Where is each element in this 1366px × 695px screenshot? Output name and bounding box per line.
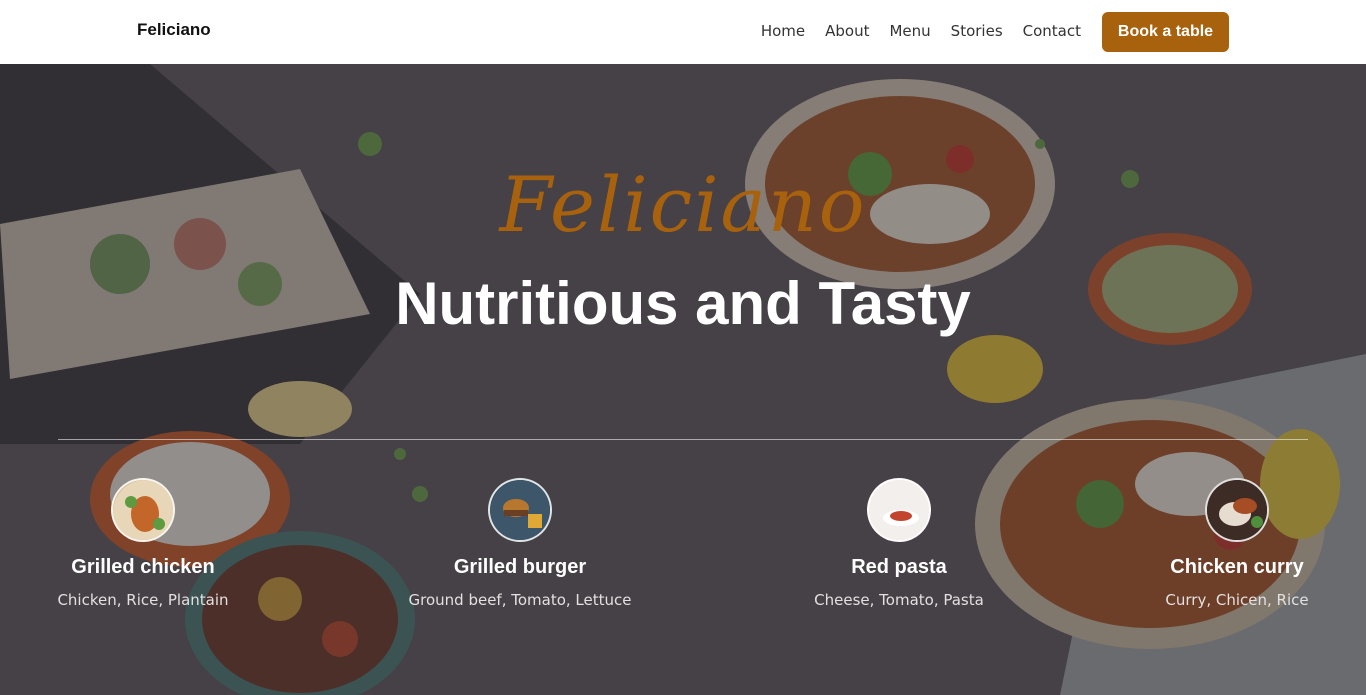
dish-ingredients: Chicken, Rice, Plantain	[57, 591, 229, 609]
dish-name: Red pasta	[851, 556, 947, 578]
nav-link-about[interactable]: About	[825, 22, 869, 40]
dish-thumbnail-chicken-curry	[1205, 478, 1269, 542]
dish-name: Grilled chicken	[71, 556, 215, 578]
nav-links: Home About Menu Stories Contact	[741, 22, 1081, 40]
nav-link-contact[interactable]: Contact	[1023, 22, 1081, 40]
hero-script-title: Feliciano	[499, 160, 867, 249]
dish-thumbnail-grilled-chicken	[111, 478, 175, 542]
hero-title: Nutritious and Tasty	[395, 270, 971, 337]
dish-ingredients: Cheese, Tomato, Pasta	[814, 591, 984, 609]
book-table-button[interactable]: Book a table	[1102, 12, 1229, 52]
dish-ingredients: Ground beef, Tomato, Lettuce	[408, 591, 632, 609]
dish-thumbnail-grilled-burger	[488, 478, 552, 542]
dish-card-chicken-curry[interactable]: Chicken curry Curry, Chicen, Rice	[1097, 478, 1366, 609]
hero-section: Feliciano Nutritious and Tasty Grilled c…	[0, 64, 1366, 695]
nav-link-stories[interactable]: Stories	[951, 22, 1003, 40]
dish-name: Grilled burger	[453, 556, 587, 578]
dish-card-grilled-burger[interactable]: Grilled burger Ground beef, Tomato, Lett…	[380, 478, 660, 609]
brand-logo[interactable]: Feliciano	[137, 20, 211, 40]
navbar: Feliciano Home About Menu Stories Contac…	[0, 0, 1366, 64]
dish-card-grilled-chicken[interactable]: Grilled chicken Chicken, Rice, Plantain	[3, 478, 283, 609]
dish-card-red-pasta[interactable]: Red pasta Cheese, Tomato, Pasta	[759, 478, 1039, 609]
dish-ingredients: Curry, Chicen, Rice	[1165, 591, 1309, 609]
dish-name: Chicken curry	[1170, 556, 1304, 578]
nav-link-home[interactable]: Home	[761, 22, 805, 40]
nav-link-menu[interactable]: Menu	[889, 22, 930, 40]
hero-divider	[58, 439, 1308, 440]
dish-thumbnail-red-pasta	[867, 478, 931, 542]
